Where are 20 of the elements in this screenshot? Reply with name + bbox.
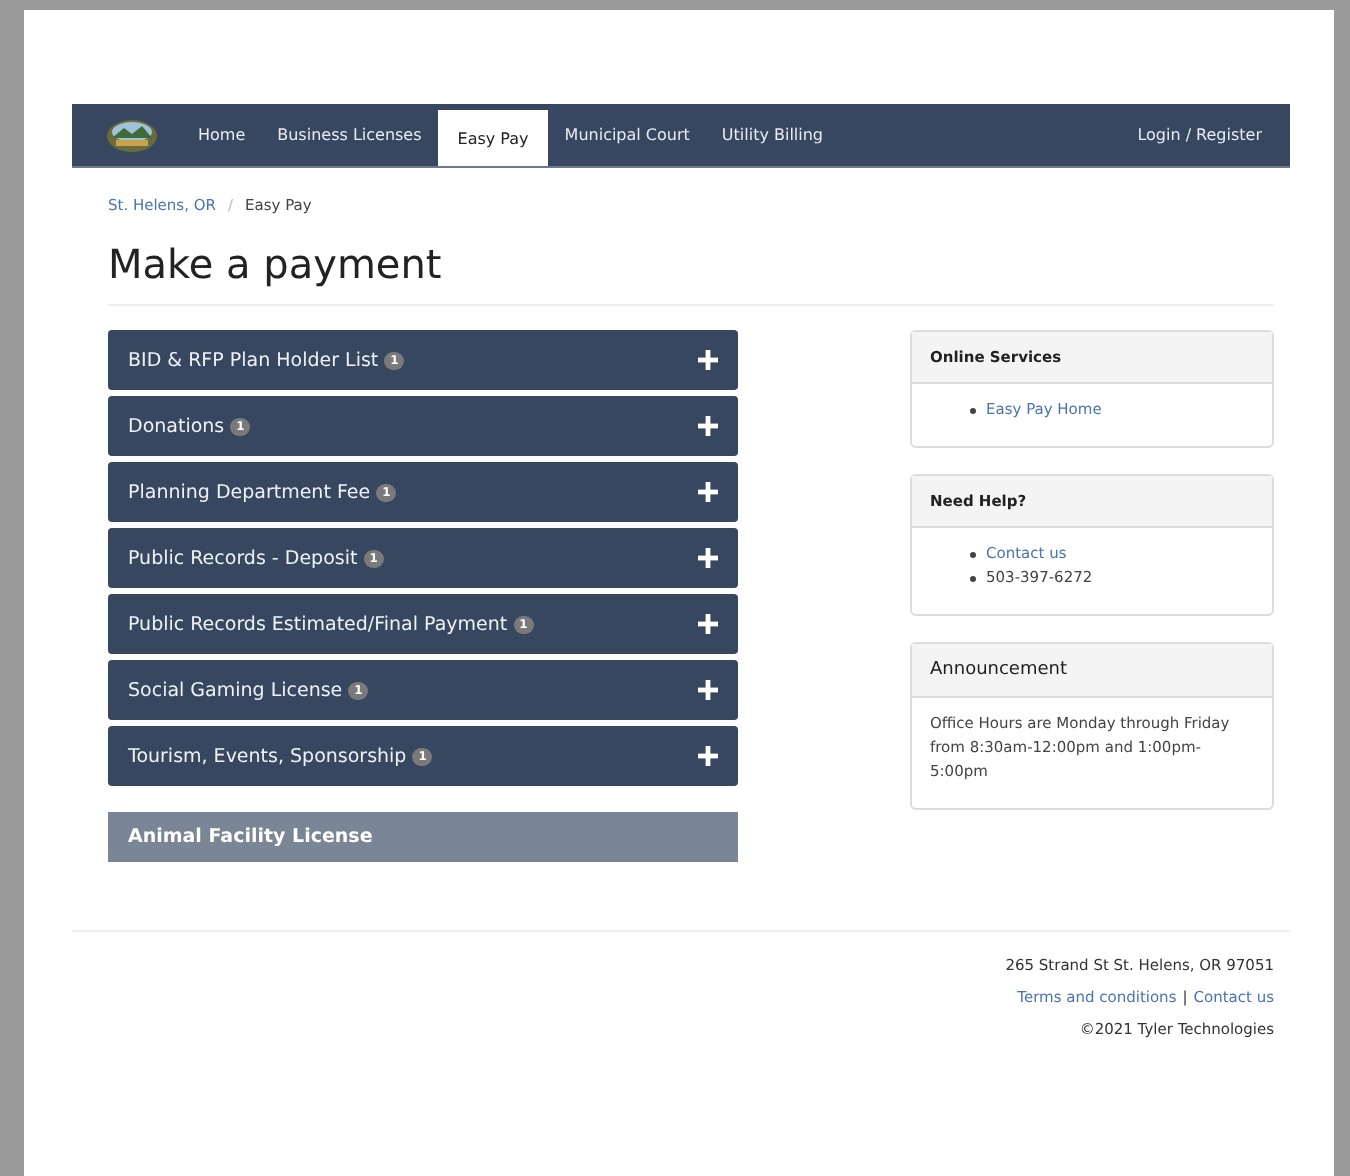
nav-tab[interactable]: Business Licenses — [261, 104, 438, 166]
accordion-label: Tourism, Events, Sponsorship — [128, 745, 407, 767]
group-header: Animal Facility License — [108, 812, 738, 862]
nav-tab[interactable]: Utility Billing — [705, 104, 840, 166]
bullet-icon — [970, 575, 976, 581]
bullet-icon — [970, 407, 976, 413]
accordion-label: Public Records Estimated/Final Payment — [128, 613, 508, 635]
page-title: Make a payment — [108, 240, 1274, 306]
accordion-label: Donations — [128, 415, 225, 437]
nav-tab[interactable]: Easy Pay — [437, 110, 549, 166]
nav-tab[interactable]: Municipal Court — [548, 104, 706, 166]
login-link[interactable]: Login / Register — [1121, 104, 1278, 166]
accordion-label: BID & RFP Plan Holder List — [128, 349, 379, 371]
accordion-label: Social Gaming License — [128, 679, 343, 701]
accordion-label: Public Records - Deposit — [128, 547, 358, 569]
accordion-label: Planning Department Fee — [128, 481, 371, 503]
nav-tab[interactable]: Home — [182, 104, 262, 166]
logo-icon[interactable] — [106, 115, 158, 155]
bullet-icon — [970, 551, 976, 557]
panel-heading: Announcement — [912, 644, 1272, 698]
